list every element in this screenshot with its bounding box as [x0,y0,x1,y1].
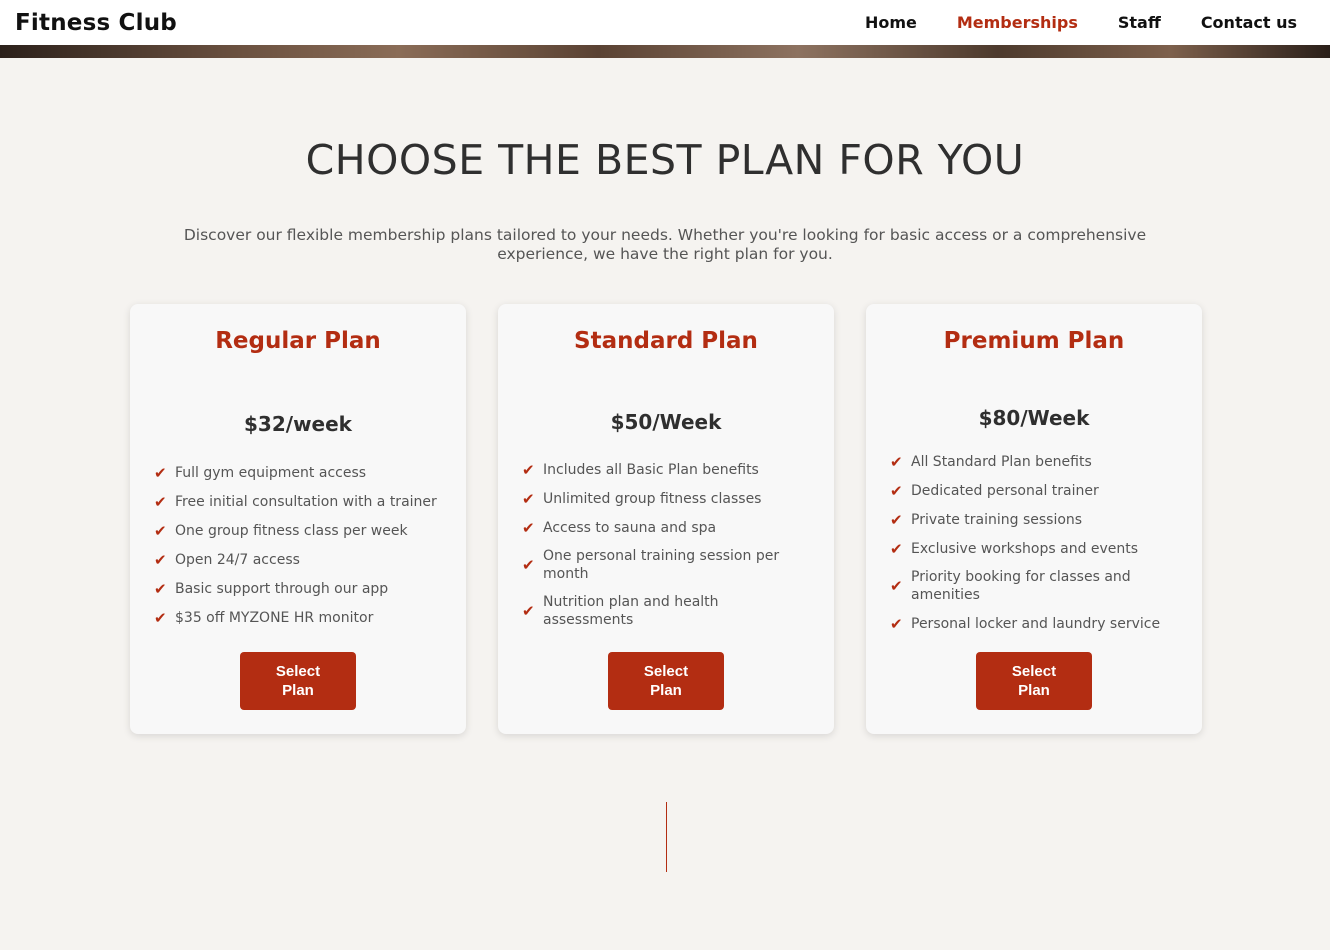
feature-item: ✔ Unlimited group fitness classes [522,484,822,513]
select-plan-button-standard[interactable]: Select Plan [608,652,724,710]
check-icon: ✔ [890,452,903,471]
plan-price: $80/Week [978,406,1090,430]
feature-item: ✔ Private training sessions [890,505,1190,534]
feature-item: ✔ Priority booking for classes and amenit… [890,563,1190,609]
feature-item: ✔ One personal training session per month [522,542,822,588]
hero-image-strip [0,45,1330,58]
check-icon: ✔ [890,577,903,595]
check-icon: ✔ [522,460,535,479]
select-plan-button-premium[interactable]: Select Plan [976,652,1092,710]
feature-text: Priority booking for classes and ameniti… [911,569,1131,603]
feature-item: ✔ Free initial consultation with a traine… [154,487,454,516]
check-icon: ✔ [154,463,167,482]
feature-item: ✔ Dedicated personal trainer [890,476,1190,505]
feature-text: Access to sauna and spa [543,519,717,536]
feature-text: Dedicated personal trainer [911,482,1099,499]
feature-list: ✔ Full gym equipment access ✔ Free initial… [154,458,454,632]
check-icon: ✔ [890,510,903,529]
feature-item: ✔ Access to sauna and spa [522,513,822,542]
check-icon: ✔ [154,579,167,598]
nav-links: Home Memberships Staff Contact us [825,13,1297,32]
check-icon: ✔ [154,521,167,540]
feature-item: ✔ All Standard Plan benefits [890,447,1190,476]
feature-text: All Standard Plan benefits [911,453,1092,470]
nav-link-home[interactable]: Home [865,13,917,32]
feature-text: One personal training session per month [543,548,780,582]
feature-item: ✔ Exclusive workshops and events [890,534,1190,563]
feature-text: $35 off MYZONE HR monitor [175,609,374,626]
feature-text: Open 24/7 access [175,551,300,568]
feature-text: Exclusive workshops and events [911,540,1139,557]
plan-price: $50/Week [610,410,722,434]
check-icon: ✔ [522,489,535,508]
nav-link-memberships[interactable]: Memberships [957,13,1078,32]
nav-link-contact[interactable]: Contact us [1201,13,1297,32]
section-title: CHOOSE THE BEST PLAN FOR YOU [305,136,1025,184]
check-icon: ✔ [154,492,167,511]
plan-card-standard: Standard Plan $50/Week ✔ Includes all Bas… [498,304,834,734]
plan-price: $32/week [244,412,352,436]
feature-text: Private training sessions [911,511,1083,528]
vertical-divider [666,802,667,872]
select-plan-button-regular[interactable]: Select Plan [240,652,356,710]
section-intro: Discover our flexible membership plans t… [183,226,1147,263]
feature-text: Basic support through our app [175,580,389,597]
feature-text: Unlimited group fitness classes [543,490,762,507]
check-icon: ✔ [890,481,903,500]
feature-item: ✔ Open 24/7 access [154,545,454,574]
check-icon: ✔ [522,556,535,574]
feature-list: ✔ All Standard Plan benefits ✔ Dedicated p… [890,447,1190,638]
plan-card-premium: Premium Plan $80/Week ✔ All Standard Plan… [866,304,1202,734]
feature-item: ✔ Nutrition plan and health assessments [522,588,822,634]
feature-text: Nutrition plan and health assessments [543,594,719,628]
nav-link-staff[interactable]: Staff [1118,13,1161,32]
navbar: Fitness Club Home Memberships Staff Cont… [0,0,1330,45]
plan-card-regular: Regular Plan $32/week ✔ Full gym equipmen… [130,304,466,734]
plan-name: Regular Plan [215,328,381,354]
feature-text: Free initial consultation with a trainer [175,493,437,510]
plan-name: Standard Plan [574,328,758,354]
feature-item: ✔ $35 off MYZONE HR monitor [154,603,454,632]
check-icon: ✔ [890,614,903,633]
feature-text: Includes all Basic Plan benefits [543,461,759,478]
check-icon: ✔ [522,602,535,620]
check-icon: ✔ [154,550,167,569]
feature-text: Full gym equipment access [175,464,367,481]
check-icon: ✔ [154,608,167,627]
brand-logo-text[interactable]: Fitness Club [15,10,177,36]
feature-list: ✔ Includes all Basic Plan benefits ✔ Unlim… [522,455,822,634]
check-icon: ✔ [522,518,535,537]
feature-item: ✔ One group fitness class per week [154,516,454,545]
check-icon: ✔ [890,539,903,558]
feature-text: One group fitness class per week [175,522,408,539]
feature-item: ✔ Personal locker and laundry service [890,609,1190,638]
feature-item: ✔ Basic support through our app [154,574,454,603]
feature-item: ✔ Includes all Basic Plan benefits [522,455,822,484]
feature-item: ✔ Full gym equipment access [154,458,454,487]
plan-name: Premium Plan [943,328,1125,354]
feature-text: Personal locker and laundry service [911,615,1161,632]
